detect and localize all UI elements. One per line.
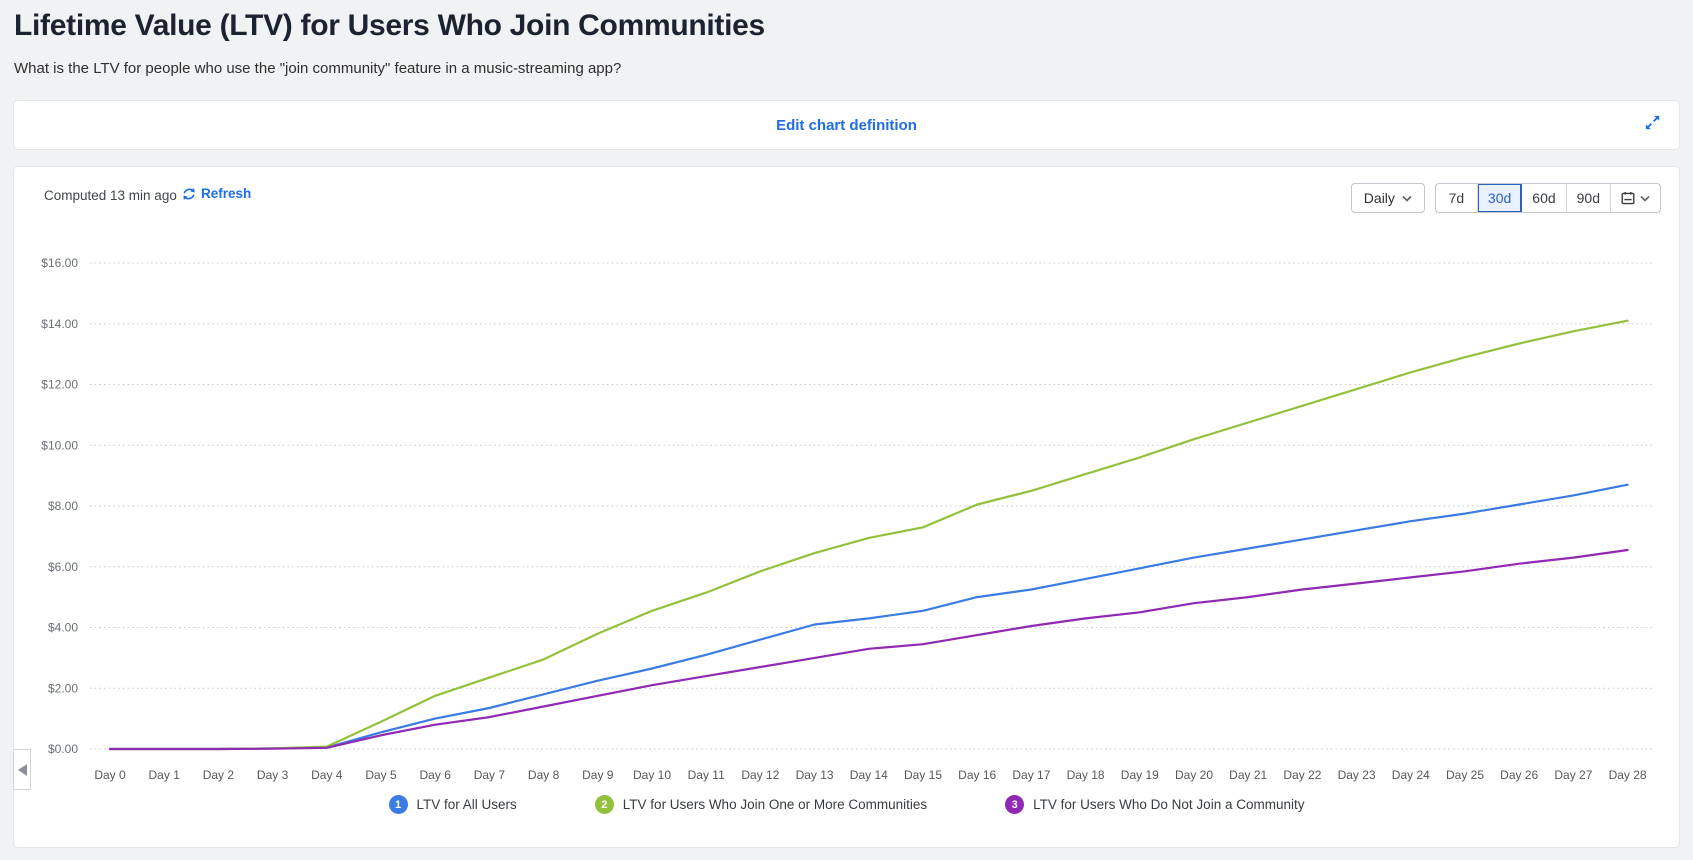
y-axis-tick-label: $14.00 bbox=[41, 317, 78, 331]
y-axis-tick-label: $4.00 bbox=[48, 621, 78, 635]
x-axis-tick-label: Day 11 bbox=[688, 768, 725, 782]
x-axis-tick-label: Day 19 bbox=[1121, 768, 1159, 782]
chart-panel: Computed 13 min ago Refresh Daily 7d 30d… bbox=[13, 166, 1680, 848]
y-axis-tick-label: $12.00 bbox=[41, 378, 78, 392]
computed-timestamp: Computed 13 min ago bbox=[44, 188, 177, 203]
refresh-button[interactable]: Refresh bbox=[182, 186, 251, 201]
x-axis-tick-label: Day 27 bbox=[1554, 768, 1592, 782]
x-axis-tick-label: Day 17 bbox=[1012, 768, 1050, 782]
legend-series-label: LTV for All Users bbox=[416, 797, 517, 812]
range-7d-button[interactable]: 7d bbox=[1436, 184, 1478, 212]
x-axis-tick-label: Day 14 bbox=[850, 768, 888, 782]
edit-chart-definition-link[interactable]: Edit chart definition bbox=[14, 101, 1679, 149]
y-axis-tick-label: $8.00 bbox=[48, 499, 78, 513]
x-axis-tick-label: Day 15 bbox=[904, 768, 942, 782]
y-axis-tick-label: $10.00 bbox=[41, 438, 78, 452]
granularity-value: Daily bbox=[1363, 190, 1395, 206]
legend-item[interactable]: 2 LTV for Users Who Join One or More Comm… bbox=[594, 795, 928, 814]
x-axis-tick-label: Day 5 bbox=[365, 768, 397, 782]
refresh-icon bbox=[182, 187, 196, 201]
series-line-2 bbox=[108, 319, 1629, 751]
range-30d-button[interactable]: 30d bbox=[1477, 184, 1523, 212]
x-axis-tick-label: Day 0 bbox=[94, 768, 126, 782]
x-axis-tick-label: Day 18 bbox=[1067, 768, 1105, 782]
legend-item[interactable]: 1 LTV for All Users bbox=[388, 795, 517, 814]
expand-arrows-icon bbox=[1644, 114, 1661, 136]
series-line-1 bbox=[108, 483, 1629, 751]
legend-item[interactable]: 3 LTV for Users Who Do Not Join a Communi… bbox=[1005, 795, 1304, 814]
x-axis-tick-label: Day 9 bbox=[582, 768, 614, 782]
y-axis-tick-label: $6.00 bbox=[48, 560, 78, 574]
range-90d-button[interactable]: 90d bbox=[1567, 184, 1611, 212]
x-axis-tick-label: Day 21 bbox=[1229, 768, 1267, 782]
chevron-down-icon bbox=[1640, 195, 1650, 202]
x-axis-tick-label: Day 16 bbox=[958, 768, 996, 782]
x-axis-tick-label: Day 28 bbox=[1609, 768, 1647, 782]
y-axis-tick-label: $0.00 bbox=[48, 742, 78, 756]
x-axis-tick-label: Day 22 bbox=[1283, 768, 1321, 782]
date-range-group: 7d 30d 60d 90d bbox=[1434, 183, 1661, 213]
x-axis-tick-label: Day 8 bbox=[528, 768, 560, 782]
collapse-panel-handle[interactable] bbox=[13, 749, 31, 790]
page-title: Lifetime Value (LTV) for Users Who Join … bbox=[14, 9, 765, 42]
x-axis-tick-label: Day 1 bbox=[149, 768, 181, 782]
chart-panel-header: Computed 13 min ago Refresh Daily 7d 30d… bbox=[14, 167, 1679, 219]
x-axis-tick-label: Day 26 bbox=[1500, 768, 1538, 782]
custom-date-range-button[interactable] bbox=[1611, 184, 1660, 212]
y-axis-tick-label: $16.00 bbox=[41, 256, 78, 270]
edit-definition-bar: Edit chart definition bbox=[13, 100, 1680, 150]
y-axis-tick-label: $2.00 bbox=[48, 681, 78, 695]
range-60d-button[interactable]: 60d bbox=[1522, 184, 1567, 212]
granularity-dropdown[interactable]: Daily bbox=[1350, 183, 1425, 213]
x-axis-tick-label: Day 24 bbox=[1392, 768, 1430, 782]
x-axis-tick-label: Day 12 bbox=[741, 768, 779, 782]
legend-series-badge: 1 bbox=[388, 795, 408, 814]
page-subtitle: What is the LTV for people who use the "… bbox=[14, 60, 622, 77]
ltv-line-chart: $16.00 $14.00 $12.00 $10.00 $8.00 $6.00 $4.00 $… bbox=[41, 256, 1652, 782]
x-axis-tick-label: Day 7 bbox=[474, 768, 506, 782]
x-axis-tick-label: Day 20 bbox=[1175, 768, 1213, 782]
legend-series-label: LTV for Users Who Join One or More Commu… bbox=[622, 797, 928, 812]
chevron-down-icon bbox=[1402, 195, 1412, 202]
legend-series-label: LTV for Users Who Do Not Join a Communit… bbox=[1033, 797, 1305, 812]
expand-chart-button[interactable] bbox=[1639, 112, 1665, 138]
triangle-left-icon bbox=[17, 763, 27, 776]
x-axis-tick-label: Day 6 bbox=[420, 768, 452, 782]
series-line-3 bbox=[108, 548, 1629, 751]
x-axis-tick-label: Day 13 bbox=[796, 768, 834, 782]
x-axis-tick-label: Day 10 bbox=[633, 768, 671, 782]
x-axis-tick-label: Day 2 bbox=[203, 768, 235, 782]
calendar-icon bbox=[1621, 191, 1635, 205]
x-axis-tick-label: Day 3 bbox=[257, 768, 289, 782]
x-axis-tick-label: Day 23 bbox=[1338, 768, 1376, 782]
x-axis-tick-label: Day 4 bbox=[311, 768, 343, 782]
x-axis-tick-label: Day 25 bbox=[1446, 768, 1484, 782]
chart-legend: 1 LTV for All Users 2 LTV for Users Who Joi… bbox=[14, 795, 1679, 814]
legend-series-badge: 3 bbox=[1005, 795, 1025, 814]
legend-series-badge: 2 bbox=[594, 795, 614, 814]
refresh-label: Refresh bbox=[201, 186, 252, 201]
